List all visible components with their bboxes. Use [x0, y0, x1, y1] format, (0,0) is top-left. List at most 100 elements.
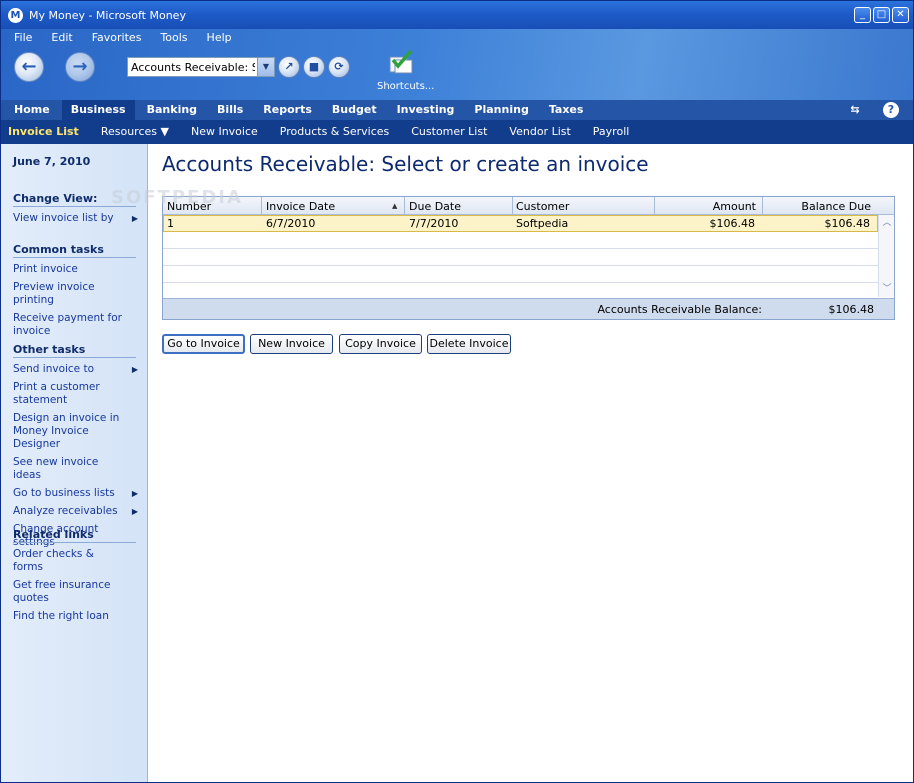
watermark: SOFTPEDIA	[111, 187, 243, 208]
sidebar-other-tasks: Other tasks Send invoice to ▶ Print a cu…	[13, 343, 138, 554]
shortcuts-label[interactable]: Shortcuts...	[377, 81, 434, 92]
sidebar-related-links: Related links Order checks & forms Get f…	[13, 528, 136, 628]
cell-balance-due: $106.48	[824, 217, 871, 230]
sidebar-link-view-invoice-list-by[interactable]: View invoice list by ▶	[13, 212, 138, 225]
column-header-balance-due[interactable]: Balance Due	[801, 200, 871, 213]
column-separator[interactable]	[261, 197, 262, 215]
tab-investing[interactable]: Investing	[397, 100, 455, 120]
sync-arrows-icon[interactable]: ⇆	[847, 102, 863, 118]
tab-taxes[interactable]: Taxes	[549, 100, 584, 120]
sidebar-heading: Related links	[13, 528, 136, 543]
arrow-right-icon: ▶	[131, 489, 138, 498]
sub-navigation: Invoice List Resources ▼ New Invoice Pro…	[1, 120, 913, 144]
sidebar-link-receive-payment[interactable]: Receive payment for invoice	[13, 312, 136, 338]
scroll-down-icon[interactable]: ﹀	[880, 282, 894, 296]
app-window: M My Money - Microsoft Money _ □ ✕ File …	[0, 0, 914, 783]
sidebar-link-design-invoice[interactable]: Design an invoice in Money Invoice Desig…	[13, 412, 136, 451]
go-icon[interactable]: ↗	[278, 56, 300, 78]
scroll-up-icon[interactable]: ︿	[880, 216, 894, 230]
subnav-payroll[interactable]: Payroll	[593, 120, 630, 144]
shortcuts-checkmark-icon[interactable]	[387, 48, 415, 76]
sidebar-link-order-checks[interactable]: Order checks & forms	[13, 548, 136, 574]
cell-customer: Softpedia	[516, 217, 569, 230]
tab-banking[interactable]: Banking	[147, 100, 197, 120]
sidebar-link-free-insurance[interactable]: Get free insurance quotes	[13, 579, 136, 605]
column-separator[interactable]	[654, 197, 655, 215]
sidebar-heading: Other tasks	[13, 343, 136, 358]
tab-planning[interactable]: Planning	[474, 100, 528, 120]
subnav-resources[interactable]: Resources ▼	[101, 120, 169, 144]
forward-arrow-icon[interactable]: →	[65, 52, 95, 82]
go-to-invoice-button[interactable]: Go to Invoice	[162, 334, 245, 354]
column-separator[interactable]	[762, 197, 763, 215]
sidebar-date: June 7, 2010	[13, 155, 91, 168]
sidebar-link-analyze-receivables[interactable]: Analyze receivables ▶	[13, 505, 138, 518]
menu-file[interactable]: File	[7, 29, 39, 46]
sidebar-link-send-invoice-to[interactable]: Send invoice to ▶	[13, 363, 138, 376]
window-title: My Money - Microsoft Money	[29, 9, 186, 22]
column-header-due-date[interactable]: Due Date	[409, 200, 461, 213]
menu-help[interactable]: Help	[200, 29, 239, 46]
sidebar-link-label: Go to business lists	[13, 487, 115, 499]
address-value: Accounts Receivable: Select or create an…	[131, 61, 255, 74]
grid-vertical-scrollbar[interactable]: ︿ ﹀	[878, 215, 894, 297]
address-combo[interactable]: Accounts Receivable: Select or create an…	[127, 57, 275, 77]
minimize-icon[interactable]: _	[854, 7, 871, 23]
new-invoice-button[interactable]: New Invoice	[250, 334, 333, 354]
tab-budget[interactable]: Budget	[332, 100, 377, 120]
refresh-icon[interactable]: ⟳	[328, 56, 350, 78]
tab-business[interactable]: Business	[61, 100, 135, 120]
money-app-icon[interactable]: M	[8, 8, 23, 23]
arrow-right-icon: ▶	[131, 214, 138, 223]
balance-label: Accounts Receivable Balance:	[597, 303, 762, 316]
main-tabs: Home Business Banking Bills Reports Budg…	[1, 100, 913, 120]
table-row-empty[interactable]	[163, 249, 878, 266]
grid-footer: Accounts Receivable Balance: $106.48	[163, 298, 894, 319]
stop-icon[interactable]: ■	[303, 56, 325, 78]
window-controls: _ □ ✕	[854, 7, 909, 23]
column-separator[interactable]	[512, 197, 513, 215]
balance-value: $106.48	[828, 303, 875, 316]
tab-home[interactable]: Home	[14, 100, 50, 120]
cell-invoice-date: 6/7/2010	[266, 217, 316, 230]
arrow-right-icon: ▶	[131, 365, 138, 374]
back-arrow-icon[interactable]: ←	[14, 52, 44, 82]
sidebar-link-business-lists[interactable]: Go to business lists ▶	[13, 487, 138, 500]
column-header-invoice-date[interactable]: Invoice Date	[266, 200, 335, 213]
page-title: Accounts Receivable: Select or create an…	[162, 152, 649, 176]
table-row-empty[interactable]	[163, 232, 878, 249]
tabs-right-icons: ⇆ ?	[847, 100, 899, 118]
sidebar-link-label: Send invoice to	[13, 363, 95, 375]
subnav-invoice-list[interactable]: Invoice List	[8, 120, 79, 144]
subnav-customer-list[interactable]: Customer List	[411, 120, 487, 144]
chevron-down-icon[interactable]: ▼	[257, 58, 274, 76]
invoice-grid: Number Invoice Date ▲ Due Date Customer …	[162, 196, 895, 320]
menu-edit[interactable]: Edit	[44, 29, 79, 46]
menu-tools[interactable]: Tools	[153, 29, 194, 46]
column-header-amount[interactable]: Amount	[713, 200, 756, 213]
column-header-customer[interactable]: Customer	[516, 200, 569, 213]
subnav-new-invoice[interactable]: New Invoice	[191, 120, 258, 144]
table-row-empty[interactable]	[163, 266, 878, 283]
delete-invoice-button[interactable]: Delete Invoice	[427, 334, 511, 354]
subnav-products-services[interactable]: Products & Services	[280, 120, 389, 144]
maximize-icon[interactable]: □	[873, 7, 890, 23]
subnav-vendor-list[interactable]: Vendor List	[509, 120, 570, 144]
sidebar: June 7, 2010 Change View: View invoice l…	[1, 144, 148, 782]
help-icon[interactable]: ?	[883, 102, 899, 118]
sidebar-link-right-loan[interactable]: Find the right loan	[13, 610, 136, 623]
copy-invoice-button[interactable]: Copy Invoice	[339, 334, 422, 354]
sidebar-link-print-customer-statement[interactable]: Print a customer statement	[13, 381, 136, 407]
column-separator[interactable]	[404, 197, 405, 215]
cell-amount: $106.48	[709, 217, 756, 230]
tab-bills[interactable]: Bills	[217, 100, 243, 120]
sidebar-link-new-invoice-ideas[interactable]: See new invoice ideas	[13, 456, 136, 482]
arrow-right-icon: ▶	[131, 507, 138, 516]
menu-favorites[interactable]: Favorites	[85, 29, 149, 46]
sidebar-link-preview-invoice-printing[interactable]: Preview invoice printing	[13, 281, 136, 307]
sidebar-link-print-invoice[interactable]: Print invoice	[13, 263, 136, 276]
tab-reports[interactable]: Reports	[263, 100, 312, 120]
table-row[interactable]: 1 6/7/2010 7/7/2010 Softpedia $106.48 $1…	[163, 215, 878, 232]
sidebar-common-tasks: Common tasks Print invoice Preview invoi…	[13, 243, 136, 343]
close-icon[interactable]: ✕	[892, 7, 909, 23]
